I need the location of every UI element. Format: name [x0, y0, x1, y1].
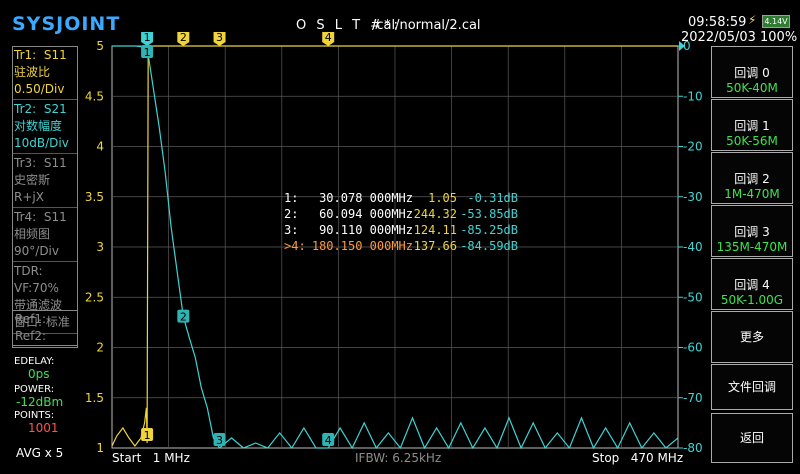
left-axis-tick-label: 4 [96, 140, 104, 154]
left-axis-tick-label: 1.5 [85, 391, 104, 405]
right-axis-tick-label: -80 [683, 441, 703, 455]
marker-row-id: 1: [284, 191, 298, 205]
recall-0-range: 50K-40M [726, 81, 778, 95]
marker-row-frequency: 60.094 000MHz [319, 207, 413, 221]
start-frequency[interactable]: Start 1 MHz [112, 451, 190, 465]
marker-row-frequency: 90.110 000MHz [319, 223, 413, 237]
recall-2-range: 1M-470M [724, 187, 780, 201]
marker-row-id: >4: [284, 239, 306, 253]
marker-row-frequency: 180.150 000MHz [312, 239, 413, 253]
stop-frequency[interactable]: Stop 470 MHz [592, 451, 683, 465]
left-axis-tick-label: 3.5 [85, 190, 104, 204]
right-axis-tick-label: -10 [683, 89, 703, 103]
recall-3-button[interactable]: 回调 3 135M-470M [711, 205, 793, 257]
marker-row-magnitude: -53.85dB [460, 207, 518, 221]
marker-row-frequency: 30.078 000MHz [319, 191, 413, 205]
recall-3-range: 135M-470M [716, 240, 788, 254]
recall-3-label: 回调 3 [734, 225, 770, 239]
marker-1-s11-label: 1 [144, 429, 151, 442]
recall-1-range: 50K-56M [726, 134, 778, 148]
left-axis-tick-label: 2.5 [85, 290, 104, 304]
recall-2-label: 回调 2 [734, 172, 770, 186]
left-axis-tick-label: 4.5 [85, 89, 104, 103]
more-label: 更多 [739, 330, 764, 344]
marker-row-vswr: 137.66 [414, 239, 457, 253]
left-axis-tick-label: 5 [96, 39, 104, 53]
marker-row-vswr: 124.11 [414, 223, 457, 237]
back-button[interactable]: 返回 [711, 413, 793, 463]
recall-2-button[interactable]: 回调 2 1M-470M [711, 152, 793, 204]
measurement-chart[interactable]: 54.543.532.521.510-10-20-30-40-50-60-70-… [0, 0, 800, 474]
recall-4-range: 50K-1.00G [720, 293, 784, 307]
file-recall-button[interactable]: 文件回调 [711, 364, 793, 410]
marker-row-vswr: 244.32 [414, 207, 457, 221]
marker-3-top-label: 3 [216, 31, 223, 44]
left-axis-tick-label: 1 [96, 441, 104, 455]
marker-2-s21-label: 2 [180, 311, 187, 324]
right-axis-tick-label: -40 [683, 240, 703, 254]
right-axis-tick-label: -70 [683, 391, 703, 405]
marker-row-id: 2: [284, 207, 298, 221]
right-axis-tick-label: -30 [683, 190, 703, 204]
marker-1-top-label: 1 [144, 31, 151, 44]
recall-4-label: 回调 4 [734, 278, 770, 292]
recall-0-label: 回调 0 [734, 66, 770, 80]
vna-screen: SYSJOINT O S L T #*: /cal/normal/2.cal 0… [0, 0, 800, 474]
right-axis-tick-label: -60 [683, 341, 703, 355]
marker-2-top-label: 2 [180, 31, 187, 44]
marker-3-s21-label: 3 [216, 434, 223, 447]
ifbw-readout[interactable]: IFBW: 6.25kHz [355, 451, 441, 465]
marker-row-id: 3: [284, 223, 298, 237]
marker-row-magnitude: -84.59dB [460, 239, 518, 253]
more-button[interactable]: 更多 [711, 311, 793, 363]
marker-1-s21-label: 1 [144, 46, 151, 59]
recall-1-label: 回调 1 [734, 119, 770, 133]
left-axis-tick-label: 3 [96, 240, 104, 254]
file-recall-label: 文件回调 [727, 380, 776, 394]
marker-row-magnitude: -0.31dB [467, 191, 518, 205]
marker-row-magnitude: -85.25dB [460, 223, 518, 237]
left-axis-tick-label: 2 [96, 341, 104, 355]
marker-4-top-label: 4 [325, 31, 332, 44]
back-label: 返回 [739, 431, 764, 445]
right-axis-tick-label: -20 [683, 140, 703, 154]
marker-row-vswr: 1.05 [428, 191, 457, 205]
right-axis-tick-label: -50 [683, 290, 703, 304]
recall-4-button[interactable]: 回调 4 50K-1.00G [711, 258, 793, 310]
recall-0-button[interactable]: 回调 0 50K-40M [711, 46, 793, 98]
recall-1-button[interactable]: 回调 1 50K-56M [711, 99, 793, 151]
marker-4-s21-label: 4 [325, 434, 332, 447]
